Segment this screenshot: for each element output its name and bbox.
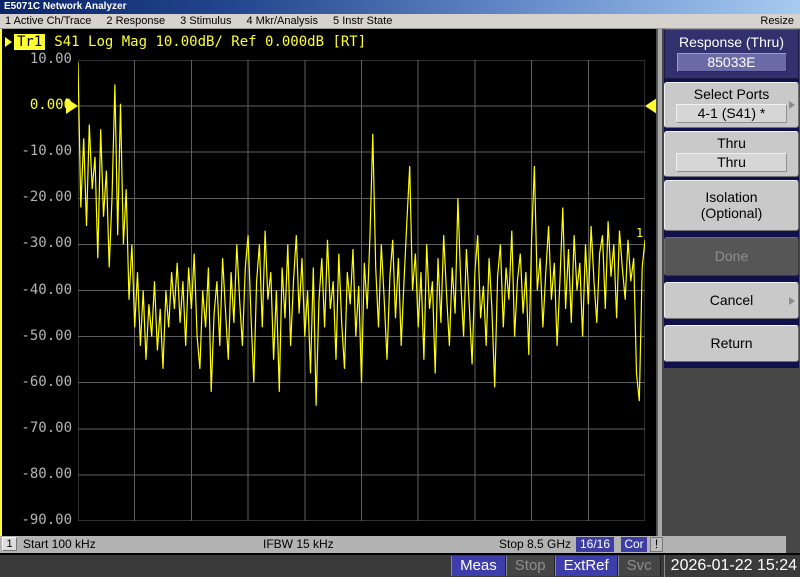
y-axis-tick-label: -20.00 bbox=[0, 189, 72, 205]
start-frequency-readout: Start 100 kHz bbox=[23, 537, 96, 552]
menu-item-mkr-analysis[interactable]: 4 Mkr/Analysis bbox=[246, 15, 318, 27]
softkey-done: Done bbox=[664, 237, 799, 276]
menu-item-response[interactable]: 2 Response bbox=[106, 15, 165, 27]
trace-graticule bbox=[78, 60, 645, 521]
resize-control[interactable]: Resize bbox=[760, 15, 794, 27]
cal-kit-value: 85033E bbox=[677, 53, 787, 72]
extref-status-badge: ExtRef bbox=[555, 556, 618, 576]
y-axis-tick-label: -30.00 bbox=[0, 235, 72, 251]
softkey-return[interactable]: Return bbox=[664, 325, 799, 362]
y-axis-tick-label: -80.00 bbox=[0, 466, 72, 482]
channel-status-bar: 1 Start 100 kHz IFBW 15 kHz Stop 8.5 GHz… bbox=[0, 536, 786, 553]
correction-badge: Cor bbox=[621, 537, 647, 552]
svc-status-badge: Svc bbox=[618, 556, 661, 576]
y-axis-tick-label: -70.00 bbox=[0, 420, 72, 436]
instrument-status-bar: Meas Stop ExtRef Svc 2026-01-22 15:24 bbox=[0, 553, 800, 577]
active-trace-arrow-icon bbox=[5, 37, 12, 47]
application-window: E5071C Network Analyzer 1 Active Ch/Trac… bbox=[0, 0, 800, 577]
y-axis-tick-label: 10.00 bbox=[0, 51, 72, 67]
y-axis-tick-label: 0.000 bbox=[0, 97, 72, 113]
meas-status-badge: Meas bbox=[451, 556, 506, 576]
softkey-select-ports[interactable]: Select Ports 4-1 (S41) * bbox=[664, 82, 799, 128]
window-title: E5071C Network Analyzer bbox=[4, 1, 126, 12]
instrument-screen: Tr1 S41 Log Mag 10.00dB/ Ref 0.000dB [RT… bbox=[0, 29, 656, 536]
stop-frequency-readout: Stop 8.5 GHz bbox=[499, 537, 571, 552]
ref-level-marker-left-icon bbox=[66, 98, 78, 114]
stop-status-badge: Stop bbox=[506, 556, 555, 576]
softkey-stack: Response (Thru) 85033E Select Ports 4-1 … bbox=[664, 29, 799, 368]
y-axis-tick-label: -50.00 bbox=[0, 328, 72, 344]
channel-number-box: 1 bbox=[2, 537, 17, 551]
trace-plot bbox=[78, 60, 645, 521]
trace-format-readout: S41 Log Mag 10.00dB/ Ref 0.000dB [RT] bbox=[54, 34, 366, 50]
submenu-arrow-icon bbox=[789, 297, 795, 305]
softkey-scroll-track[interactable] bbox=[657, 29, 662, 536]
window-titlebar: E5071C Network Analyzer bbox=[0, 0, 800, 14]
select-ports-value: 4-1 (S41) * bbox=[676, 104, 787, 123]
ifbw-readout: IFBW 15 kHz bbox=[263, 537, 334, 552]
menu-item-instr-state[interactable]: 5 Instr State bbox=[333, 15, 392, 27]
trace-name-badge[interactable]: Tr1 bbox=[14, 34, 45, 50]
sidebar-filler bbox=[786, 536, 800, 553]
sweep-count-badge: 16/16 bbox=[576, 537, 614, 552]
thru-value: Thru bbox=[676, 153, 787, 172]
softkey-menu-header: Response (Thru) 85033E bbox=[664, 29, 799, 79]
menu-bar: 1 Active Ch/Trace 2 Response 3 Stimulus … bbox=[0, 14, 800, 29]
y-axis-tick-label: -90.00 bbox=[0, 512, 72, 528]
softkey-menu-title: Response (Thru) bbox=[669, 34, 794, 50]
softkey-sidebar: Response (Thru) 85033E Select Ports 4-1 … bbox=[656, 29, 800, 536]
menu-item-stimulus[interactable]: 3 Stimulus bbox=[180, 15, 231, 27]
softkey-thru[interactable]: Thru Thru bbox=[664, 131, 799, 177]
trace-annotation: Tr1 S41 Log Mag 10.00dB/ Ref 0.000dB [RT… bbox=[5, 34, 366, 50]
datetime-readout: 2026-01-22 15:24 bbox=[664, 555, 800, 577]
trace-number-label: 1 bbox=[636, 226, 643, 240]
y-axis-tick-label: -60.00 bbox=[0, 374, 72, 390]
softkey-cancel[interactable]: Cancel bbox=[664, 282, 799, 319]
menu-item-active-ch-trace[interactable]: 1 Active Ch/Trace bbox=[5, 15, 91, 27]
softkey-isolation[interactable]: Isolation (Optional) bbox=[664, 180, 799, 231]
alert-badge: ! bbox=[650, 537, 663, 552]
y-axis-tick-label: -40.00 bbox=[0, 282, 72, 298]
y-axis-tick-label: -10.00 bbox=[0, 143, 72, 159]
submenu-arrow-icon bbox=[789, 101, 795, 109]
